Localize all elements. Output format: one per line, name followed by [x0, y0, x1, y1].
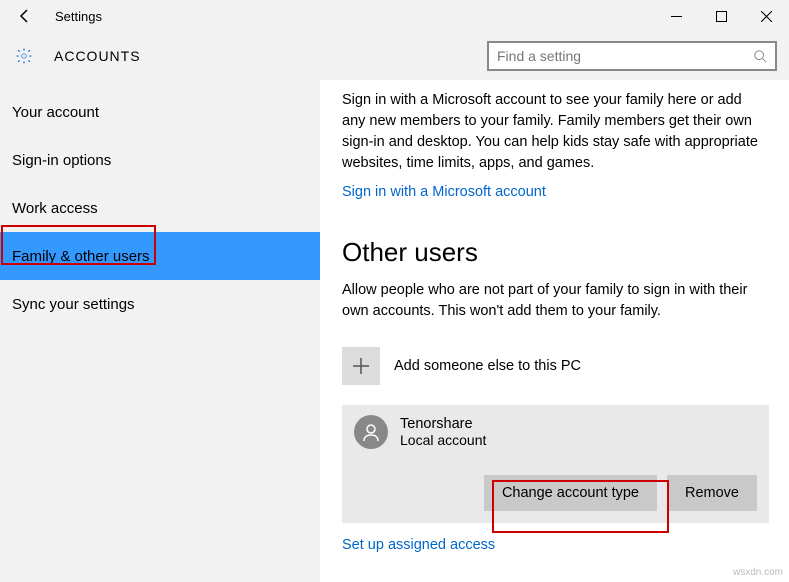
sidebar-item-label: Sync your settings	[12, 296, 135, 313]
content: Your account Sign-in options Work access…	[0, 80, 789, 582]
add-someone-row[interactable]: Add someone else to this PC	[342, 347, 769, 385]
maximize-button[interactable]	[699, 0, 744, 32]
user-text: Tenorshare Local account	[400, 416, 486, 448]
sidebar-item-work-access[interactable]: Work access	[0, 184, 320, 232]
window-title: Settings	[50, 9, 102, 24]
main-panel: Sign in with a Microsoft account to see …	[320, 80, 789, 582]
sidebar: Your account Sign-in options Work access…	[0, 80, 320, 582]
window-controls	[654, 0, 789, 32]
header: ACCOUNTS	[0, 32, 789, 80]
sidebar-item-label: Your account	[12, 104, 99, 121]
watermark: wsxdn.com	[733, 567, 783, 578]
user-actions: Change account type Remove	[354, 475, 757, 511]
change-account-type-button[interactable]: Change account type	[484, 475, 657, 511]
titlebar: Settings	[0, 0, 789, 32]
user-name: Tenorshare	[400, 416, 486, 432]
other-users-desc: Allow people who are not part of your fa…	[342, 280, 769, 322]
sidebar-item-label: Sign-in options	[12, 152, 111, 169]
section-title: ACCOUNTS	[54, 48, 141, 64]
sidebar-item-label: Family & other users	[12, 248, 150, 265]
avatar-icon	[354, 415, 388, 449]
sidebar-item-signin-options[interactable]: Sign-in options	[0, 136, 320, 184]
search-icon[interactable]	[745, 49, 775, 63]
sidebar-item-sync-settings[interactable]: Sync your settings	[0, 280, 320, 328]
add-someone-label: Add someone else to this PC	[394, 358, 581, 374]
sidebar-item-label: Work access	[12, 200, 98, 217]
minimize-button[interactable]	[654, 0, 699, 32]
sidebar-item-your-account[interactable]: Your account	[0, 88, 320, 136]
user-type: Local account	[400, 432, 486, 448]
search-container	[487, 41, 777, 71]
search-input[interactable]	[489, 48, 745, 64]
back-button[interactable]	[0, 0, 50, 32]
user-row[interactable]: Tenorshare Local account	[354, 415, 757, 449]
other-users-heading: Other users	[342, 237, 769, 268]
sidebar-item-family-other-users[interactable]: Family & other users	[0, 232, 320, 280]
plus-icon	[342, 347, 380, 385]
user-block: Tenorshare Local account Change account …	[342, 405, 769, 523]
remove-button[interactable]: Remove	[667, 475, 757, 511]
close-button[interactable]	[744, 0, 789, 32]
assigned-access-link[interactable]: Set up assigned access	[342, 537, 495, 553]
gear-icon	[12, 47, 36, 65]
family-intro-text: Sign in with a Microsoft account to see …	[342, 90, 769, 174]
signin-ms-account-link[interactable]: Sign in with a Microsoft account	[342, 184, 546, 200]
